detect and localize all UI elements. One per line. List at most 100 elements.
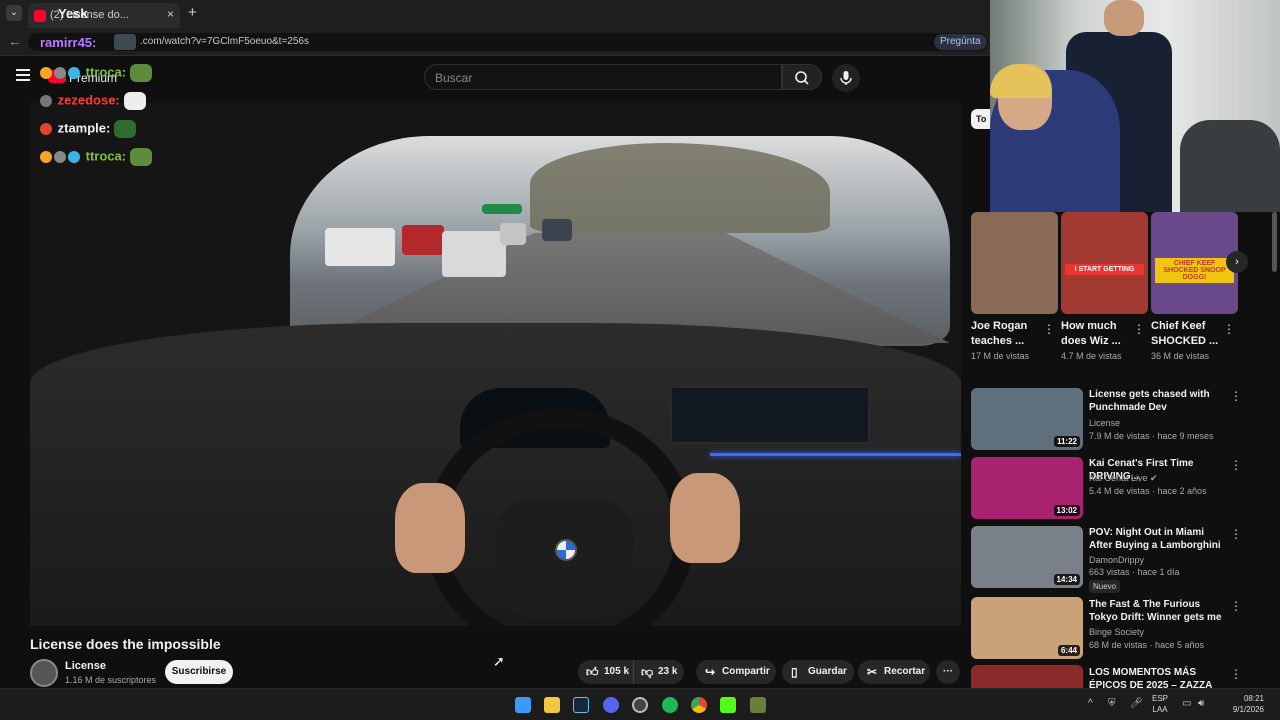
search-input[interactable]: Buscar: [424, 64, 782, 90]
channel-name[interactable]: License: [65, 660, 106, 672]
chat-username: ttroca:: [85, 148, 127, 164]
video-thumbnail[interactable]: 11:22: [971, 388, 1083, 450]
ask-button[interactable]: Pregúnta: [934, 34, 987, 50]
share-icon: ↪: [705, 665, 716, 679]
hamburger-menu-icon[interactable]: [16, 69, 30, 81]
site-info-icon[interactable]: [114, 34, 136, 50]
video-channel[interactable]: License: [1089, 418, 1120, 428]
short-more-icon[interactable]: ⋮: [1043, 322, 1055, 336]
ambient-light-strip: [710, 453, 961, 456]
video-thumbnail[interactable]: 6:44: [971, 597, 1083, 659]
network-icon[interactable]: ▭: [1182, 698, 1191, 709]
back-arrow-icon[interactable]: ←: [8, 33, 22, 49]
new-badge: Nuevo: [1089, 580, 1121, 593]
short-thumbnail[interactable]: [971, 212, 1058, 314]
short-more-icon[interactable]: ⋮: [1223, 322, 1235, 336]
frog-emote-icon: [130, 64, 153, 82]
bookmark-icon: ▯: [791, 665, 798, 679]
distant-car: [500, 223, 526, 245]
video-duration: 6:44: [1057, 645, 1080, 656]
bmw-logo-icon: [555, 539, 577, 561]
volume-icon[interactable]: 🔊︎: [1198, 698, 1204, 709]
tab-close-icon[interactable]: ×: [167, 7, 174, 21]
short-views: 4.7 M de vistas: [1061, 351, 1122, 361]
microphone-icon: [840, 71, 852, 85]
steam-icon[interactable]: [573, 697, 589, 713]
video-more-icon[interactable]: ⋮: [1230, 389, 1242, 403]
infotainment-screen: [670, 386, 870, 444]
windows-start-icon[interactable]: [515, 697, 531, 713]
file-explorer-icon[interactable]: [544, 697, 560, 713]
browser-tab[interactable]: (2) License do... ×: [28, 3, 180, 28]
badge-icon: [54, 67, 66, 79]
dislike-count: 23 k: [658, 666, 678, 677]
video-more-icon[interactable]: ⋮: [1230, 667, 1242, 681]
video-player[interactable]: [30, 103, 961, 626]
obs-icon[interactable]: [632, 697, 648, 713]
chat-username: zezedose:: [57, 92, 120, 108]
short-title[interactable]: Joe Rogan teaches ...: [971, 319, 1043, 349]
dislike-button[interactable]: 👎︎ 23 k: [634, 660, 684, 684]
short-title[interactable]: How much does Wiz ...: [1061, 319, 1133, 349]
video-more-icon[interactable]: ⋮: [1230, 599, 1242, 613]
more-actions-button[interactable]: ···: [936, 660, 960, 684]
chevron-up-icon[interactable]: ^: [1088, 698, 1093, 709]
subscribe-button[interactable]: Suscribirse: [165, 660, 233, 684]
short-more-icon[interactable]: ⋮: [1133, 322, 1145, 336]
save-button[interactable]: ▯ Guardar: [782, 660, 854, 684]
clip-button[interactable]: ✂ Recortar: [858, 660, 930, 684]
chevron-right-icon[interactable]: ›: [1226, 251, 1248, 273]
video-meta: 663 vistas · hace 1 día: [1089, 567, 1180, 577]
short-thumbnail[interactable]: I START GETTING: [1061, 212, 1148, 314]
video-title-link[interactable]: License gets chased with Punchmade Dev: [1089, 388, 1225, 414]
system-clock[interactable]: 08:21 9/1/2026: [1224, 693, 1264, 715]
chat-message: ttroca:: [40, 148, 153, 168]
video-duration: 11:22: [1053, 436, 1080, 447]
webcam-overlay: [990, 0, 1280, 212]
like-button[interactable]: 👍︎ 105 k: [578, 660, 634, 684]
video-channel[interactable]: Binge Society: [1089, 627, 1144, 637]
short-thumbnail[interactable]: CHIEF KEEF SHOCKED SNOOP DOGG!: [1151, 212, 1238, 314]
video-meta: 7.9 M de vistas · hace 9 meses: [1089, 431, 1214, 441]
badge-icon: [40, 95, 52, 107]
game-app-icon[interactable]: [750, 697, 766, 713]
frog-emote-icon: [130, 148, 153, 166]
new-tab-button[interactable]: +: [188, 4, 197, 21]
video-thumbnail[interactable]: [971, 665, 1083, 688]
url-text[interactable]: .com/watch?v=7GClmF5oeuo&t=256s: [140, 36, 309, 47]
short-title[interactable]: Chief Keef SHOCKED ...: [1151, 319, 1223, 349]
video-title-link[interactable]: POV: Night Out in Miami After Buying a L…: [1089, 526, 1225, 552]
url-field[interactable]: .com/watch?v=7GClmF5oeuo&t=256s: [28, 33, 988, 51]
windows-taskbar: ^ ⛨ 🎤︎ ESP LAA ▭ 🔊︎ 08:21 9/1/2026: [0, 688, 1280, 720]
security-icon[interactable]: ⛨: [1108, 698, 1116, 709]
tab-search-button[interactable]: ⌄: [6, 5, 22, 21]
video-more-icon[interactable]: ⋮: [1230, 458, 1242, 472]
chat-message: ztample:: [40, 120, 137, 140]
language-indicator[interactable]: ESP LAA: [1152, 693, 1168, 715]
channel-avatar[interactable]: [30, 659, 58, 687]
video-meta: 5.4 M de vistas · hace 2 años: [1089, 486, 1207, 496]
red-car: [402, 225, 444, 255]
video-thumbnail[interactable]: 13:02: [971, 457, 1083, 519]
short-caption: CHIEF KEEF SHOCKED SNOOP DOGG!: [1155, 258, 1234, 283]
microphone-tray-icon[interactable]: 🎤︎: [1130, 698, 1143, 709]
video-more-icon[interactable]: ⋮: [1230, 527, 1242, 541]
overlay-label: Yesk: [58, 6, 88, 21]
voice-search-button[interactable]: [832, 64, 860, 92]
patio-chairs: [1180, 120, 1280, 212]
video-thumbnail[interactable]: 14:34: [971, 526, 1083, 588]
share-button[interactable]: ↪ Compartir: [696, 660, 776, 684]
video-channel[interactable]: Kai Cenat Live ✔: [1089, 473, 1158, 484]
spotify-icon[interactable]: [662, 697, 678, 713]
dark-car: [542, 219, 572, 241]
chrome-icon[interactable]: [691, 697, 707, 713]
sidebar-scrollbar[interactable]: [1272, 212, 1277, 272]
scissors-icon: ✂: [867, 665, 878, 679]
video-channel[interactable]: DamonDrippy: [1089, 555, 1144, 565]
search-button[interactable]: [782, 64, 822, 90]
kick-icon[interactable]: [720, 697, 736, 713]
bag-emote-icon: [114, 120, 137, 138]
video-title-link[interactable]: The Fast & The Furious Tokyo Drift: Winn…: [1089, 598, 1225, 624]
discord-icon[interactable]: [603, 697, 619, 713]
youtube-favicon-icon: [34, 10, 46, 22]
